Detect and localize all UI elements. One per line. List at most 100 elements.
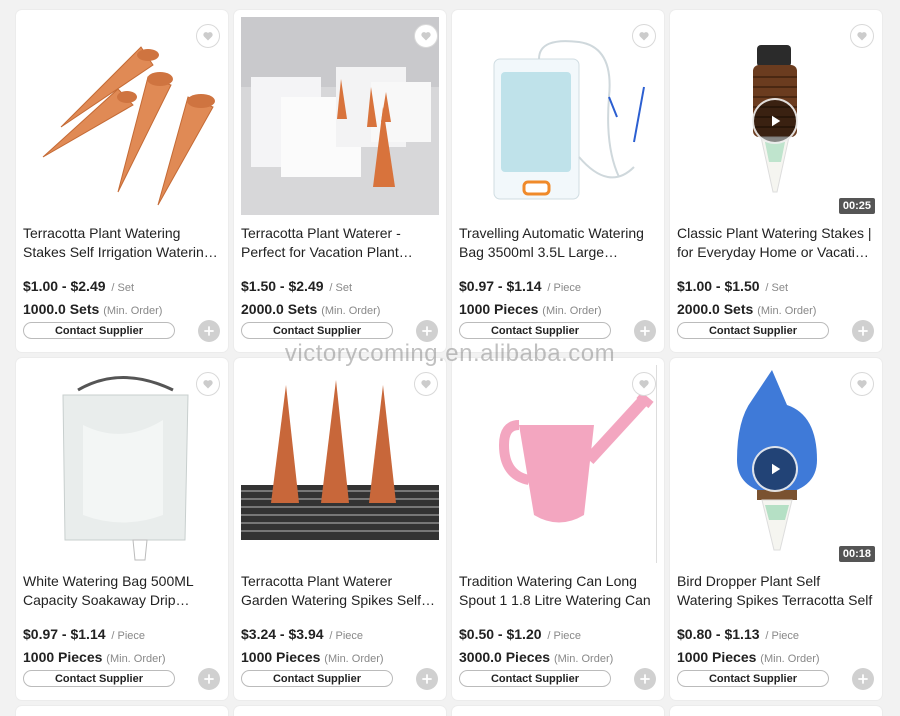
contact-supplier-button[interactable]: Contact Supplier	[23, 322, 175, 339]
favorite-heart-icon[interactable]	[632, 372, 656, 396]
product-card[interactable]: Terracotta Plant Waterer - Perfect for V…	[234, 10, 446, 352]
min-order-label: (Min. Order)	[324, 653, 384, 665]
min-order-label: (Min. Order)	[321, 305, 381, 317]
product-title[interactable]: Terracotta Plant Watering Stakes Self Ir…	[23, 224, 219, 262]
product-price: $0.97 - $1.14	[23, 626, 106, 642]
product-card[interactable]: 00:25 Classic Plant Watering Stakes | fo…	[670, 10, 882, 352]
add-to-compare-icon[interactable]	[416, 320, 438, 342]
min-order-value: 1000.0 Sets	[23, 301, 100, 317]
product-title[interactable]: Travelling Automatic Watering Bag 3500ml…	[459, 224, 655, 262]
product-price: $0.50 - $1.20	[459, 626, 542, 642]
min-order-value: 2000.0 Sets	[677, 301, 754, 317]
min-order-label: (Min. Order)	[757, 305, 817, 317]
price-unit: / Set	[329, 282, 353, 294]
min-order-line: 2000.0 Sets (Min. Order)	[241, 301, 380, 317]
video-duration: 00:18	[838, 546, 875, 562]
favorite-heart-icon[interactable]	[196, 24, 220, 48]
product-card[interactable]: 00:18 Bird Dropper Plant Self Watering S…	[670, 358, 882, 700]
product-card[interactable]: Travelling Automatic Watering Bag 3500ml…	[452, 10, 664, 352]
min-order-line: 1000 Pieces (Min. Order)	[23, 649, 166, 665]
product-image[interactable]	[241, 365, 439, 563]
min-order-line: 1000 Pieces (Min. Order)	[241, 649, 384, 665]
price-line: $0.97 - $1.14 / Piece	[23, 626, 145, 642]
min-order-line: 1000.0 Sets (Min. Order)	[23, 301, 162, 317]
contact-supplier-button[interactable]: Contact Supplier	[677, 670, 829, 687]
price-unit: / Piece	[547, 630, 582, 642]
price-line: $1.00 - $2.49 / Set	[23, 278, 134, 294]
terracotta-boxes-icon	[241, 17, 439, 215]
favorite-heart-icon[interactable]	[196, 372, 220, 396]
contact-supplier-button[interactable]: Contact Supplier	[241, 670, 393, 687]
product-card[interactable]: Terracotta Plant Waterer Garden Watering…	[234, 358, 446, 700]
video-duration: 00:25	[838, 198, 875, 214]
video-play-icon[interactable]	[752, 446, 798, 492]
price-line: $0.97 - $1.14 / Piece	[459, 278, 581, 294]
pink-watering-can-icon	[498, 365, 657, 563]
favorite-heart-icon[interactable]	[850, 372, 874, 396]
product-card-partial	[234, 706, 446, 716]
min-order-label: (Min. Order)	[103, 305, 163, 317]
contact-supplier-button[interactable]: Contact Supplier	[677, 322, 829, 339]
add-to-compare-icon[interactable]	[416, 668, 438, 690]
product-title[interactable]: Classic Plant Watering Stakes | for Ever…	[677, 224, 873, 262]
price-line: $0.80 - $1.13 / Piece	[677, 626, 799, 642]
favorite-heart-icon[interactable]	[414, 372, 438, 396]
min-order-label: (Min. Order)	[542, 305, 602, 317]
price-unit: / Set	[111, 282, 135, 294]
product-title[interactable]: Tradition Watering Can Long Spout 1 1.8 …	[459, 572, 655, 610]
add-to-compare-icon[interactable]	[634, 320, 656, 342]
product-image[interactable]	[23, 17, 221, 215]
price-line: $3.24 - $3.94 / Piece	[241, 626, 363, 642]
price-line: $1.50 - $2.49 / Set	[241, 278, 352, 294]
product-price: $1.00 - $2.49	[23, 278, 106, 294]
favorite-heart-icon[interactable]	[632, 24, 656, 48]
product-card[interactable]: Terracotta Plant Watering Stakes Self Ir…	[16, 10, 228, 352]
price-unit: / Piece	[329, 630, 364, 642]
add-to-compare-icon[interactable]	[198, 668, 220, 690]
product-image[interactable]	[459, 17, 657, 215]
min-order-line: 1000 Pieces (Min. Order)	[459, 301, 602, 317]
min-order-line: 3000.0 Pieces (Min. Order)	[459, 649, 613, 665]
favorite-heart-icon[interactable]	[414, 24, 438, 48]
min-order-value: 1000 Pieces	[241, 649, 321, 665]
watermark: victorycoming.en.alibaba.com	[284, 340, 616, 367]
spikes-on-grate-icon	[241, 380, 439, 540]
product-card-partial	[670, 706, 882, 716]
product-card[interactable]: Tradition Watering Can Long Spout 1 1.8 …	[452, 358, 664, 700]
next-row-cards-partial	[16, 706, 882, 716]
min-order-label: (Min. Order)	[760, 653, 820, 665]
product-title[interactable]: Terracotta Plant Waterer - Perfect for V…	[241, 224, 437, 262]
product-title[interactable]: Bird Dropper Plant Self Watering Spikes …	[677, 572, 873, 610]
contact-supplier-button[interactable]: Contact Supplier	[241, 322, 393, 339]
drip-bag-icon	[493, 40, 645, 200]
product-price: $1.50 - $2.49	[241, 278, 324, 294]
contact-supplier-button[interactable]: Contact Supplier	[459, 670, 611, 687]
price-line: $0.50 - $1.20 / Piece	[459, 626, 581, 642]
add-to-compare-icon[interactable]	[198, 320, 220, 342]
min-order-line: 1000 Pieces (Min. Order)	[677, 649, 820, 665]
add-to-compare-icon[interactable]	[634, 668, 656, 690]
product-image[interactable]	[459, 365, 657, 563]
favorite-heart-icon[interactable]	[850, 24, 874, 48]
video-play-icon[interactable]	[752, 98, 798, 144]
product-image[interactable]	[23, 365, 221, 563]
product-image[interactable]	[241, 17, 439, 215]
contact-supplier-button[interactable]: Contact Supplier	[23, 670, 175, 687]
add-to-compare-icon[interactable]	[852, 320, 874, 342]
price-line: $1.00 - $1.50 / Set	[677, 278, 788, 294]
product-title[interactable]: White Watering Bag 500ML Capacity Soakaw…	[23, 572, 219, 610]
white-bag-icon	[62, 376, 189, 561]
product-card[interactable]: White Watering Bag 500ML Capacity Soakaw…	[16, 358, 228, 700]
min-order-value: 1000 Pieces	[677, 649, 757, 665]
min-order-label: (Min. Order)	[553, 653, 614, 665]
product-price: $0.80 - $1.13	[677, 626, 760, 642]
contact-supplier-button[interactable]: Contact Supplier	[459, 322, 611, 339]
product-card-partial	[452, 706, 664, 716]
price-unit: / Piece	[111, 630, 146, 642]
price-unit: / Piece	[765, 630, 800, 642]
price-unit: / Piece	[547, 282, 582, 294]
min-order-label: (Min. Order)	[106, 653, 166, 665]
product-title[interactable]: Terracotta Plant Waterer Garden Watering…	[241, 572, 437, 610]
min-order-value: 1000 Pieces	[23, 649, 103, 665]
add-to-compare-icon[interactable]	[852, 668, 874, 690]
